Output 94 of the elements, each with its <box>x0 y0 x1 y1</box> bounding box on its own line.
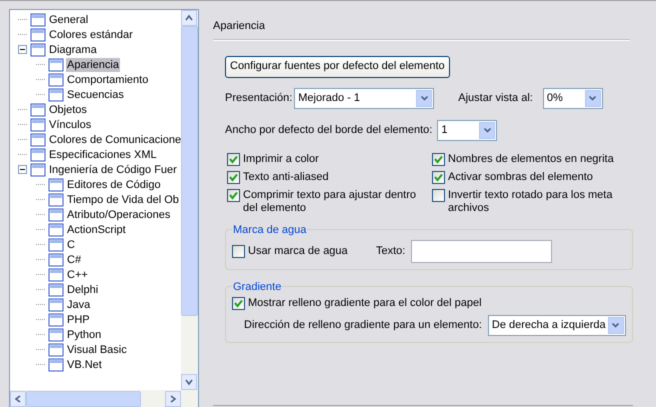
tree-item[interactable]: Java <box>66 298 92 312</box>
dropdown-value: 0% <box>546 90 564 106</box>
dropdown[interactable]: 0% <box>542 88 603 108</box>
page-icon <box>48 88 64 102</box>
page-icon <box>48 268 64 282</box>
tree-item[interactable]: Tiempo de Vida del Ob <box>66 192 180 206</box>
minus-icon[interactable] <box>18 45 26 54</box>
page-icon <box>48 72 64 86</box>
checkbox-label: Comprimir texto para ajustar dentro del elemento <box>243 188 418 214</box>
page-icon <box>48 282 64 296</box>
checkbox[interactable] <box>432 152 445 166</box>
checkbox-label: Mostrar relleno gradiente para el color del papel <box>248 296 482 310</box>
checkbox-label: Usar marca de agua <box>248 244 348 258</box>
dropdown[interactable]: Mejorado - 1 <box>294 88 434 108</box>
checkbox[interactable] <box>232 296 245 310</box>
tree-item[interactable]: Comportamiento <box>66 72 150 86</box>
horizontal-scrollbar[interactable] <box>10 390 198 407</box>
dropdown-caret-icon <box>479 122 496 138</box>
dropdown[interactable]: 1 <box>437 120 498 140</box>
tree-item[interactable]: Objetos <box>48 102 88 116</box>
field-label: Ancho por defecto del borde del elemento: <box>225 122 432 138</box>
tree-item[interactable]: VB.Net <box>66 358 103 372</box>
scroll-left-button[interactable] <box>10 390 26 406</box>
page-icon <box>30 102 46 116</box>
dropdown-caret-icon <box>584 90 601 106</box>
scroll-up-button[interactable] <box>181 10 197 26</box>
checkbox-label: Nombres de elementos en negrita <box>448 152 614 166</box>
page-icon <box>48 222 64 236</box>
tree-item[interactable]: C++ <box>66 268 89 282</box>
dropdown-value: De derecha a izquierda <box>492 318 607 333</box>
field-label: Dirección de relleno gradiente para un elemento: <box>244 318 482 333</box>
tree-item[interactable]: Visual Basic <box>66 342 128 356</box>
scroll-right-button[interactable] <box>165 390 181 406</box>
dropdown[interactable]: De derecha a izquierda <box>488 314 626 336</box>
page-icon <box>30 42 46 56</box>
field-label: Texto: <box>376 244 406 259</box>
checkbox[interactable] <box>227 152 240 166</box>
scroll-down-button[interactable] <box>181 374 197 390</box>
field-label: Ajustar vista al: <box>458 90 533 106</box>
page-icon <box>48 342 64 356</box>
tree-item[interactable]: Ingeniería de Código Fuer <box>48 162 178 176</box>
tree-item[interactable]: Apariencia <box>66 58 120 72</box>
configure-fonts-button[interactable]: Configurar fuentes por defecto del elemento <box>225 56 450 78</box>
tree-item[interactable]: Especificaciones XML <box>48 148 158 162</box>
page-icon <box>48 312 64 326</box>
page-icon <box>30 12 46 26</box>
tree-item[interactable]: C <box>66 238 76 252</box>
page-icon <box>48 298 64 312</box>
dropdown-caret-icon <box>608 316 624 334</box>
page-icon <box>48 358 64 372</box>
tree-item[interactable]: General <box>48 12 90 26</box>
page-icon <box>30 148 46 162</box>
checkbox-label: Imprimir a color <box>243 152 319 166</box>
vertical-scrollbar[interactable] <box>181 10 198 390</box>
page-icon <box>48 192 64 206</box>
section-title: Apariencia <box>213 19 266 34</box>
page-icon <box>30 132 46 146</box>
checkbox[interactable] <box>232 244 245 258</box>
page-icon <box>30 28 46 42</box>
page-icon <box>48 58 64 72</box>
page-icon <box>48 208 64 222</box>
tree-item[interactable]: Atributo/Operaciones <box>66 208 172 222</box>
dropdown-caret-icon <box>416 90 432 106</box>
tree-item[interactable]: Editores de Código <box>66 178 162 192</box>
tree-item[interactable]: Colores de Comunicacione <box>48 132 181 146</box>
tree-item[interactable]: ActionScript <box>66 222 127 236</box>
tree-item[interactable]: Vínculos <box>48 118 92 132</box>
tree-item[interactable]: Python <box>66 328 102 342</box>
checkbox[interactable] <box>432 188 445 202</box>
minus-icon[interactable] <box>18 165 26 174</box>
page-icon <box>48 252 64 266</box>
tree-item[interactable]: Diagrama <box>48 42 98 56</box>
page-icon <box>48 328 64 342</box>
scrollbar-thumb[interactable] <box>26 390 141 406</box>
dropdown-value: 1 <box>441 122 448 138</box>
scrollbar-thumb[interactable] <box>181 26 198 316</box>
field-label: Presentación: <box>225 90 292 106</box>
checkbox[interactable] <box>227 188 240 202</box>
page-icon <box>48 238 64 252</box>
dropdown-value: Mejorado - 1 <box>298 90 362 106</box>
checkbox[interactable] <box>227 170 240 184</box>
checkbox-label: Activar sombras del elemento <box>448 170 593 184</box>
checkbox-label: Texto anti-aliased <box>243 170 329 184</box>
page-icon <box>30 118 46 132</box>
tree-item[interactable]: Secuencias <box>66 88 125 102</box>
page-icon <box>30 162 46 176</box>
tree-item[interactable]: PHP <box>66 312 91 326</box>
page-icon <box>48 178 64 192</box>
tree-item[interactable]: C# <box>66 252 82 266</box>
checkbox-label: Invertir texto rotado para los meta archivos <box>448 188 614 214</box>
checkbox[interactable] <box>432 170 445 184</box>
text-field[interactable] <box>411 240 552 262</box>
tree-item[interactable]: Delphi <box>66 282 100 296</box>
tree-item[interactable]: Colores estándar <box>48 28 134 42</box>
